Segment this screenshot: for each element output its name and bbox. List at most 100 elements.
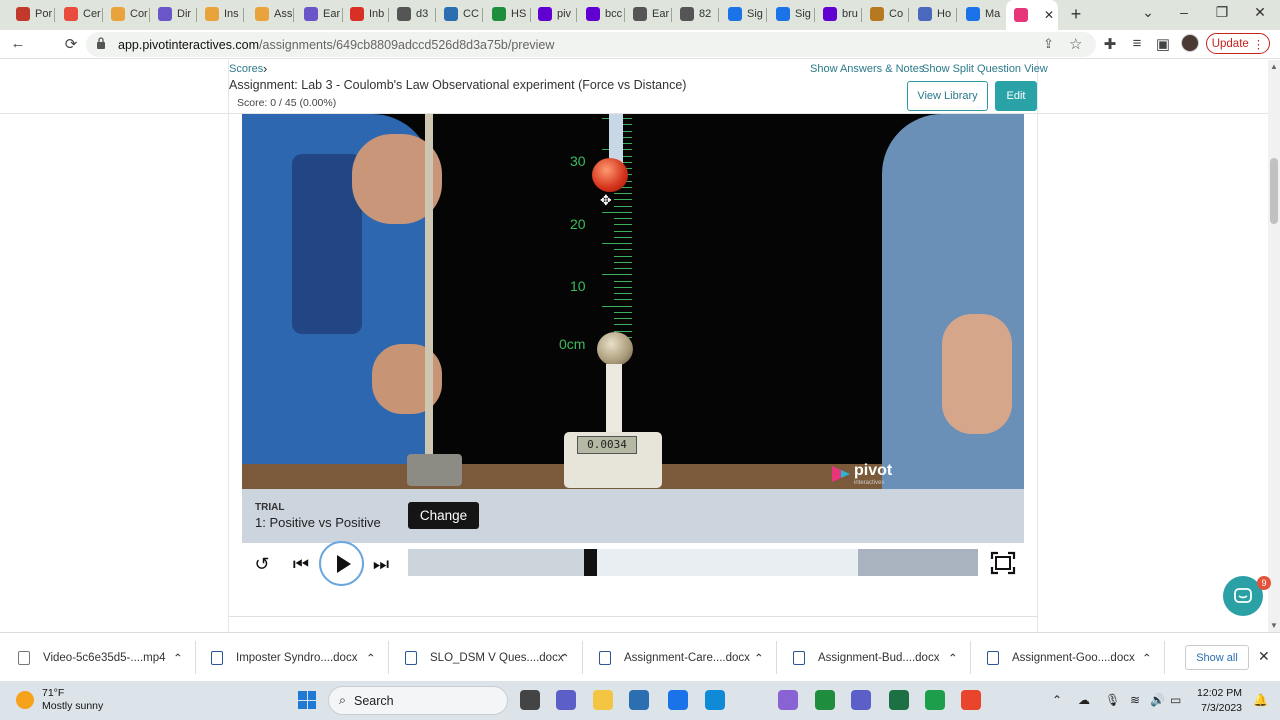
browser-tab[interactable]: Por — [8, 0, 54, 28]
maximize-icon[interactable]: ❐ — [1212, 4, 1232, 21]
change-trial-button[interactable]: Change — [408, 502, 479, 529]
scroll-down-icon[interactable]: ▼ — [1270, 621, 1278, 630]
breadcrumb-scores-link[interactable]: Scores — [229, 63, 263, 75]
browser-tab[interactable]: Co — [862, 0, 908, 28]
download-options-chevron-icon[interactable]: ⌃ — [1142, 633, 1152, 682]
browser-tab[interactable]: CC — [436, 0, 482, 28]
show-all-downloads-button[interactable]: Show all — [1185, 645, 1249, 670]
edit-button[interactable]: Edit — [995, 81, 1037, 111]
profile-avatar[interactable] — [1181, 34, 1199, 52]
browser-tab[interactable]: piv — [530, 0, 576, 28]
teams-chat-app[interactable] — [556, 690, 576, 710]
microsoft-store-app[interactable] — [629, 690, 649, 710]
video-scrubber[interactable] — [408, 549, 978, 576]
battery-icon[interactable]: ▭ — [1170, 693, 1181, 707]
browser-tab[interactable]: Sig — [720, 0, 766, 28]
ruler-tick — [602, 305, 632, 307]
volume-icon[interactable]: 🔊 — [1150, 693, 1165, 707]
scrubber-handle[interactable] — [584, 549, 598, 576]
browser-tab[interactable]: ✕ — [1006, 0, 1058, 30]
reload-icon[interactable]: ⟳ — [62, 35, 80, 53]
teams-app[interactable] — [851, 690, 871, 710]
show-split-view-link[interactable]: Show Split Question View — [922, 63, 1048, 75]
download-item[interactable]: Video-5c6e35d5-....mp4 — [18, 633, 166, 682]
file-explorer-app[interactable] — [593, 690, 613, 710]
tab-separator — [908, 8, 909, 22]
close-tab-icon[interactable]: ✕ — [1044, 8, 1054, 22]
browser-tab[interactable]: Dir — [150, 0, 196, 28]
show-answers-link[interactable]: Show Answers & Notes — [810, 63, 924, 75]
back-icon[interactable]: ← — [9, 35, 27, 52]
chrome-app[interactable] — [815, 690, 835, 710]
step-back-icon[interactable]: ⏮ — [290, 553, 312, 575]
side-panel-icon[interactable]: ▣ — [1154, 35, 1172, 53]
browser-tab[interactable]: Ass — [247, 0, 293, 28]
tab-search-icon[interactable]: ⌄ — [1138, 4, 1158, 21]
task-view-app[interactable] — [520, 690, 540, 710]
view-library-button[interactable]: View Library — [907, 81, 988, 111]
notification-bell-icon[interactable]: 🔔 — [1253, 693, 1268, 707]
start-button[interactable] — [298, 691, 316, 709]
replay-icon[interactable]: ↺ — [251, 553, 273, 575]
download-item[interactable]: SLO_DSM V Ques....docx — [405, 633, 564, 682]
mail-app[interactable] — [668, 690, 688, 710]
minimize-icon[interactable]: – — [1174, 4, 1194, 20]
edge-app[interactable] — [705, 690, 725, 710]
address-bar[interactable]: app.pivotinteractives.com/assignments/64… — [86, 32, 1096, 57]
browser-tab[interactable]: Cor — [103, 0, 149, 28]
browser-tab[interactable]: Ear — [296, 0, 342, 28]
download-options-chevron-icon[interactable]: ⌃ — [560, 633, 570, 682]
excel-app[interactable] — [889, 690, 909, 710]
browser-tab[interactable]: Ins — [197, 0, 243, 28]
browser-tab[interactable]: bcc — [578, 0, 624, 28]
new-tab-button[interactable]: + — [1066, 4, 1086, 25]
browser-tab[interactable]: HS — [484, 0, 530, 28]
tab-favicon-icon — [823, 7, 837, 21]
extensions-icon[interactable]: ✚ — [1101, 35, 1119, 53]
scrollbar-thumb[interactable] — [1270, 158, 1278, 224]
download-item[interactable]: Assignment-Goo....docx — [987, 633, 1135, 682]
browser-tab[interactable]: d3 — [389, 0, 435, 28]
close-window-icon[interactable]: ✕ — [1250, 4, 1270, 21]
download-options-chevron-icon[interactable]: ⌃ — [173, 633, 183, 682]
browser-tab[interactable]: Cer — [56, 0, 102, 28]
download-options-chevron-icon[interactable]: ⌃ — [366, 633, 376, 682]
page-scrollbar[interactable]: ▲ ▼ — [1268, 60, 1280, 632]
download-item[interactable]: Assignment-Bud....docx — [793, 633, 939, 682]
browser-tab[interactable]: bru — [815, 0, 861, 28]
weather-widget[interactable]: 71°F Mostly sunny — [16, 687, 103, 713]
browser-tab[interactable]: Ho — [910, 0, 956, 28]
fullscreen-icon[interactable] — [990, 551, 1016, 575]
browser-tab[interactable]: 82 — [672, 0, 718, 28]
copilot-app[interactable] — [778, 690, 798, 710]
tab-label: Dir — [177, 8, 192, 20]
browser-tab[interactable]: Sig — [768, 0, 814, 28]
wifi-icon[interactable]: ≋ — [1130, 693, 1140, 707]
show-hidden-icons[interactable]: ⌃ — [1052, 693, 1062, 707]
update-button[interactable]: Update ⋮ — [1206, 33, 1270, 54]
download-options-chevron-icon[interactable]: ⌃ — [754, 633, 764, 682]
browser-tab[interactable]: Ear — [625, 0, 671, 28]
browser-tab[interactable]: Ma — [958, 0, 1004, 28]
download-item[interactable]: Imposter Syndro....docx — [211, 633, 357, 682]
download-item[interactable]: Assignment-Care....docx — [599, 633, 750, 682]
onedrive-icon[interactable]: ☁ — [1078, 693, 1090, 707]
reading-list-icon[interactable]: ≡ — [1128, 35, 1146, 52]
close-downloads-icon[interactable]: ✕ — [1258, 648, 1270, 665]
search-label: Search — [354, 693, 394, 708]
taskbar-search[interactable]: ⌕ Search — [328, 686, 508, 715]
ruler-tick — [614, 280, 632, 282]
step-forward-icon[interactable]: ⏭ — [370, 553, 392, 575]
download-options-chevron-icon[interactable]: ⌃ — [948, 633, 958, 682]
scroll-up-icon[interactable]: ▲ — [1270, 62, 1278, 71]
taskbar-clock[interactable]: 12:02 PM 7/3/2023 — [1196, 686, 1242, 716]
browser-tab[interactable]: Inb — [342, 0, 388, 28]
snagit-app[interactable] — [961, 690, 981, 710]
bookmark-star-icon[interactable]: ☆ — [1069, 35, 1082, 53]
camtasia-app[interactable] — [925, 690, 945, 710]
tab-label: Cer — [83, 8, 101, 20]
video-player[interactable]: 30 20 10 0cm 0.0034 ✥ pivot interactives — [242, 114, 1024, 489]
play-button[interactable] — [319, 541, 364, 586]
share-icon[interactable]: ⇪ — [1043, 36, 1054, 52]
microphone-icon[interactable]: 🎙 — [1105, 693, 1120, 707]
